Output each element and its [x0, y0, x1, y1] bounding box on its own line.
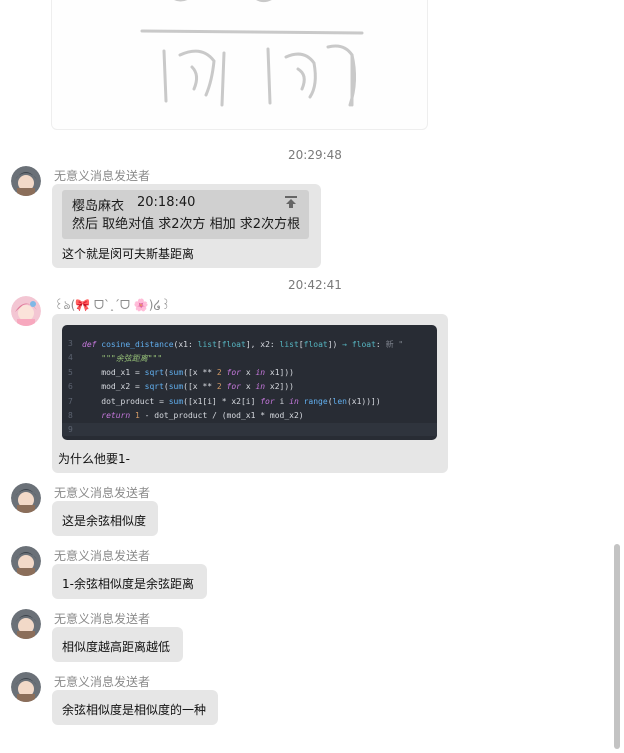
- sender-name: 无意义消息发送者: [54, 612, 151, 626]
- avatar-icon: [11, 672, 41, 702]
- current-line-highlight: [62, 423, 437, 436]
- line-number: 5: [68, 368, 73, 377]
- line-number: 7: [68, 397, 73, 406]
- line-number: 4: [68, 353, 73, 362]
- code-line: """余弦距离""": [101, 354, 163, 363]
- avatar[interactable]: [11, 672, 41, 702]
- message-text: 余弦相似度是相似度的一种: [62, 703, 207, 717]
- code-line: return 1 - dot_product / (mod_x1 * mod_x…: [101, 411, 304, 420]
- avatar[interactable]: [11, 166, 41, 196]
- scrollbar-thumb[interactable]: [614, 544, 620, 749]
- message-text: 为什么他要1-: [58, 452, 130, 466]
- message-bubble[interactable]: 3 def cosine_distance(x1: list[float], x…: [52, 314, 448, 473]
- avatar-icon: [11, 166, 41, 196]
- message-bubble[interactable]: 相似度越高距离越低: [52, 627, 183, 662]
- quote-time: 20:18:40: [137, 195, 196, 210]
- jump-to-message-icon[interactable]: [284, 195, 298, 209]
- avatar-icon: [11, 609, 41, 639]
- line-number: 8: [68, 411, 73, 420]
- quote-author: 樱岛麻衣: [72, 199, 125, 214]
- avatar[interactable]: [11, 296, 41, 326]
- message-bubble[interactable]: 1-余弦相似度是余弦距离: [52, 564, 207, 599]
- code-line: mod_x1 = sqrt(sum([x ** 2 for x in x1])): [82, 368, 294, 377]
- code-line: dot_product = sum([x1[i] * x2[i] for i i…: [82, 397, 381, 406]
- sender-name: 无意义消息发送者: [54, 675, 151, 689]
- avatar-icon: [11, 546, 41, 576]
- avatar[interactable]: [11, 609, 41, 639]
- handwriting-image: [140, 0, 364, 107]
- message-text: 这是余弦相似度: [62, 514, 147, 528]
- message-bubble[interactable]: 樱岛麻衣 20:18:40 然后 取绝对值 求2次方 相加 求2次方根 这个就是…: [52, 184, 321, 268]
- quote-text: 然后 取绝对值 求2次方 相加 求2次方根: [72, 217, 301, 232]
- code-line: def cosine_distance(x1: list[float], x2:…: [82, 340, 404, 349]
- line-number: 6: [68, 382, 73, 391]
- timestamp: 20:29:48: [288, 148, 342, 162]
- sender-name: 无意义消息发送者: [54, 169, 151, 183]
- message-bubble[interactable]: 余弦相似度是相似度的一种: [52, 690, 218, 725]
- avatar-icon: [11, 296, 41, 326]
- code-line: mod_x2 = sqrt(sum([x ** 2 for x in x2])): [82, 382, 294, 391]
- sender-name: 无意义消息发送者: [54, 549, 151, 563]
- line-number: 3: [68, 339, 73, 348]
- line-number: 9: [68, 425, 73, 434]
- message-text: 1-余弦相似度是余弦距离: [62, 577, 194, 591]
- code-screenshot[interactable]: 3 def cosine_distance(x1: list[float], x…: [62, 325, 437, 440]
- message-text: 这个就是闵可夫斯基距离: [62, 247, 195, 261]
- shared-image[interactable]: [51, 0, 428, 130]
- timestamp: 20:42:41: [288, 278, 342, 292]
- sender-name: 无意义消息发送者: [54, 486, 151, 500]
- avatar[interactable]: [11, 546, 41, 576]
- avatar-icon: [11, 483, 41, 513]
- message-text: 相似度越高距离越低: [62, 640, 171, 654]
- quoted-message[interactable]: 樱岛麻衣 20:18:40 然后 取绝对值 求2次方 相加 求2次方根: [62, 190, 309, 239]
- message-bubble[interactable]: 这是余弦相似度: [52, 501, 158, 536]
- avatar[interactable]: [11, 483, 41, 513]
